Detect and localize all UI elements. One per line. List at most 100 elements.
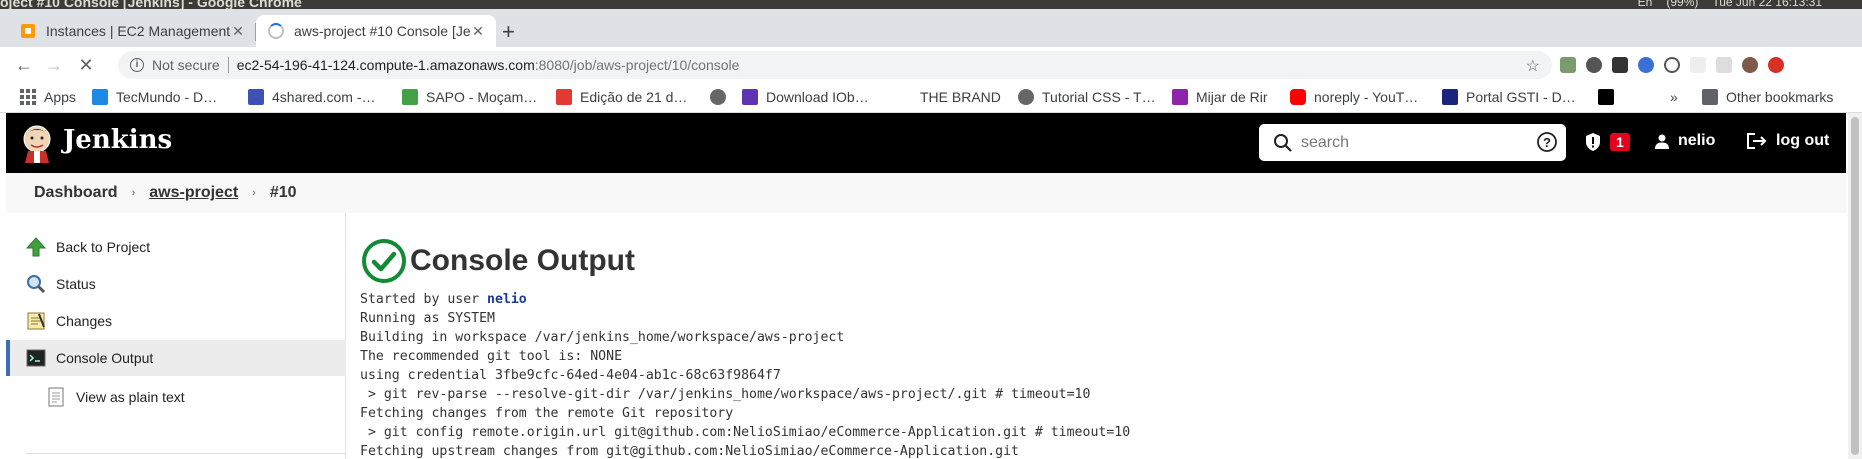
tab-label: Instances | EC2 Management Console [46, 23, 230, 39]
notepad-icon [27, 312, 45, 330]
shield-alert-icon [1586, 133, 1600, 151]
magnifier-icon [27, 275, 46, 294]
back-button[interactable]: ← [12, 53, 36, 77]
console-line: > git rev-parse --resolve-git-dir /var/j… [360, 387, 1091, 402]
url-host: ec2-54-196-41-124.compute-1.amazonaws.co… [236, 57, 535, 73]
info-icon[interactable]: i [130, 58, 144, 72]
profile-avatar[interactable] [1742, 57, 1758, 73]
bookmark-label: Edição de 21 d… [580, 89, 688, 105]
bookmark-item[interactable]: Tutorial CSS - T… [1018, 89, 1156, 105]
m-icon [1598, 89, 1614, 105]
help-icon[interactable]: ? [1536, 131, 1558, 153]
user-link[interactable]: nelio [487, 292, 527, 307]
address-bar[interactable]: i Not secure ec2-54-196-41-124.compute-1… [118, 51, 1552, 79]
extension-icon[interactable] [1586, 57, 1602, 73]
user-menu[interactable]: nelio [1654, 132, 1715, 150]
console-heading: Console Output [360, 237, 635, 285]
bookmark-item[interactable] [1598, 89, 1622, 105]
breadcrumb-project[interactable]: aws-project [149, 184, 238, 202]
extension-icon[interactable] [1690, 57, 1706, 73]
bookmark-item[interactable]: Portal GSTI - D… [1442, 89, 1576, 105]
forward-button[interactable]: → [42, 53, 66, 77]
scrollbar-thumb[interactable] [1851, 117, 1859, 455]
language-indicator[interactable]: En [1638, 0, 1653, 9]
loading-spinner-icon [268, 23, 284, 39]
search-box[interactable]: ? [1259, 124, 1566, 161]
security-label[interactable]: Not secure [152, 57, 220, 73]
bookmark-label: Apps [44, 89, 76, 105]
logout-link[interactable]: log out [1746, 132, 1829, 150]
bookmark-item[interactable]: noreply - YouT… [1290, 89, 1418, 105]
extension-icon[interactable] [1560, 57, 1576, 73]
logout-label: log out [1776, 132, 1830, 149]
bookmark-item[interactable]: 4shared.com -… [248, 89, 375, 105]
sidebar-item-back-to-project[interactable]: Back to Project [6, 229, 346, 265]
sidebar-item-label: Back to Project [56, 239, 151, 255]
extension-icon[interactable] [1716, 57, 1732, 73]
bookmark-item[interactable]: THE BRAND [896, 89, 1001, 105]
bookmarks-overflow-button[interactable]: » [1670, 89, 1678, 105]
bookmark-star-icon[interactable]: ☆ [1526, 56, 1540, 76]
jenkins-header: Jenkins ? 1 nelio log out [6, 113, 1846, 173]
tab-console[interactable]: aws-project #10 Console [Jenkins] ✕ [256, 15, 496, 47]
mijar-icon [1172, 89, 1188, 105]
battery-indicator[interactable]: (99%) [1666, 0, 1698, 9]
extension-icon[interactable] [1664, 57, 1680, 73]
sidebar-item-status[interactable]: Status [6, 266, 346, 302]
jenkins-title[interactable]: Jenkins [63, 125, 172, 155]
globe-icon [1018, 89, 1034, 105]
new-tab-button[interactable]: + [502, 21, 515, 43]
breadcrumb-dashboard[interactable]: Dashboard [34, 184, 118, 202]
stop-button[interactable]: ✕ [74, 53, 98, 77]
tab-label: aws-project #10 Console [Jenkins] [294, 23, 470, 39]
bookmarks-bar: Apps TecMundo - D… 4shared.com -… SAPO -… [0, 83, 1862, 113]
search-input[interactable] [1301, 132, 1511, 154]
globe-icon [710, 89, 726, 105]
sidebar-item-console-output[interactable]: Console Output [6, 340, 346, 376]
sidebar-item-view-plain-text[interactable]: View as plain text [6, 379, 346, 415]
console-line: Building in workspace /var/jenkins_home/… [360, 330, 845, 345]
jenkins-logo-icon[interactable] [20, 123, 54, 163]
sidebar-item-changes[interactable]: Changes [6, 303, 346, 339]
os-status-area: En (99%) Tue Jun 22 16:13:31 [1638, 0, 1822, 9]
close-icon[interactable]: ✕ [230, 23, 246, 40]
folder-icon [1702, 89, 1718, 105]
close-icon[interactable]: ✕ [470, 23, 486, 40]
extension-icon[interactable] [1638, 57, 1654, 73]
bookmark-item[interactable]: Download IOb… [742, 89, 869, 105]
bookmark-item[interactable]: Edição de 21 d… [556, 89, 687, 105]
other-bookmarks[interactable]: Other bookmarks [1702, 89, 1833, 105]
console-line: Fetching upstream changes from git@githu… [360, 444, 1019, 459]
tab-ec2[interactable]: Instances | EC2 Management Console ✕ [8, 15, 256, 47]
user-icon [1655, 134, 1669, 149]
console-line: Started by user nelio [360, 292, 527, 307]
more-chevron: » [1670, 89, 1678, 105]
svg-text:?: ? [1543, 135, 1551, 150]
os-top-bar: oject #10 Console [Jenkins] - Google Chr… [0, 0, 1862, 9]
bookmark-item[interactable]: Mijar de Rir [1172, 89, 1268, 105]
extension-icon[interactable] [1612, 57, 1628, 73]
divider [26, 453, 346, 454]
bookmark-apps[interactable]: Apps [20, 89, 76, 105]
sapo-icon [402, 89, 418, 105]
bookmark-label: TecMundo - D… [116, 89, 218, 105]
apps-grid-icon [20, 89, 36, 105]
clock[interactable]: Tue Jun 22 16:13:31 [1712, 0, 1822, 9]
bookmark-item[interactable]: TecMundo - D… [92, 89, 217, 105]
security-alerts[interactable]: 1 [1584, 132, 1630, 152]
page-title: Console Output [410, 244, 635, 277]
bookmark-label: 4shared.com -… [272, 89, 376, 105]
up-arrow-icon [26, 237, 46, 257]
bookmark-label: THE BRAND [920, 89, 1001, 105]
breadcrumb-build[interactable]: #10 [270, 184, 297, 202]
browser-tab-strip: Instances | EC2 Management Console ✕ aws… [0, 9, 1862, 47]
update-icon[interactable] [1768, 57, 1784, 73]
brand-icon [896, 89, 912, 105]
divider [227, 57, 229, 73]
4shared-icon [248, 89, 264, 105]
bookmark-item[interactable]: SAPO - Moçam… [402, 89, 537, 105]
bookmark-item[interactable] [710, 89, 734, 105]
page-scrollbar[interactable] [1848, 113, 1862, 459]
side-panel: Back to Project Status Changes Console O… [6, 213, 346, 459]
console-started-prefix: Started by user [360, 292, 488, 307]
